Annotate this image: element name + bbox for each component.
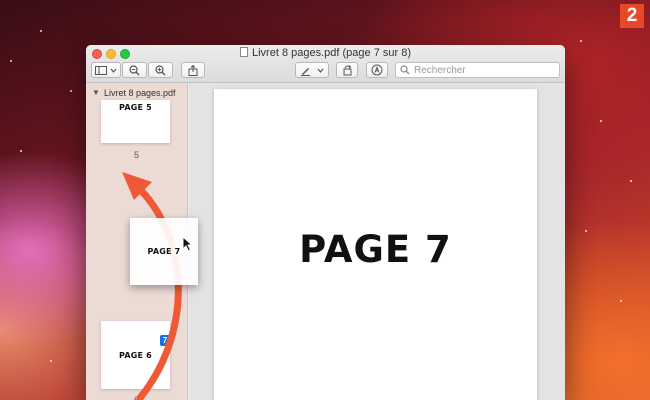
sidebar-document-name: Livret 8 pages.pdf — [104, 88, 176, 98]
background-star — [580, 40, 582, 42]
rotate-button[interactable] — [336, 62, 358, 78]
sidebar-toggle-button[interactable] — [91, 62, 121, 78]
page-thumbnail-6[interactable]: PAGE 6 — [101, 321, 170, 389]
zoom-out-icon — [129, 64, 140, 75]
background-star — [600, 120, 602, 122]
title-bar: Livret 8 pages.pdf (page 7 sur 8) Recher… — [86, 45, 565, 83]
disclosure-triangle-icon[interactable]: ▼ — [92, 86, 100, 100]
background-star — [630, 180, 632, 182]
zoom-out-button[interactable] — [122, 62, 147, 78]
window-title: Livret 8 pages.pdf (page 7 sur 8) — [252, 47, 411, 59]
step-number-badge: 2 — [620, 4, 644, 28]
background-star — [70, 90, 72, 92]
rotate-icon — [343, 64, 351, 75]
zoom-in-button[interactable] — [148, 62, 173, 78]
drag-count-badge: 7 — [160, 335, 170, 346]
page-number-5: 5 — [133, 150, 139, 160]
share-button[interactable] — [181, 62, 205, 78]
sidebar-document-header[interactable]: ▼ Livret 8 pages.pdf — [86, 86, 187, 100]
search-field[interactable]: Rechercher — [395, 62, 560, 78]
current-page: PAGE 7 — [214, 89, 537, 400]
markup-pen-icon — [301, 67, 310, 76]
page-thumbnail-5[interactable]: PAGE 5 — [101, 100, 170, 143]
background-star — [40, 30, 42, 32]
markup-button[interactable] — [295, 62, 329, 78]
search-placeholder: Rechercher — [414, 64, 466, 76]
document-icon — [240, 47, 248, 57]
page-heading: PAGE 7 — [299, 227, 452, 271]
thumbnail-label: PAGE 7 — [147, 247, 181, 256]
sidebar-icon — [95, 65, 107, 75]
window-title-container: Livret 8 pages.pdf (page 7 sur 8) — [86, 47, 565, 59]
mouse-cursor-icon — [182, 236, 194, 252]
thumbnail-label: PAGE 5 — [119, 103, 152, 112]
zoom-in-icon — [155, 64, 166, 75]
background-star — [20, 150, 22, 152]
document-view[interactable]: PAGE 7 — [189, 83, 565, 400]
background-star — [10, 60, 12, 62]
background-star — [620, 300, 622, 302]
page-number-6: 6 — [133, 395, 139, 400]
background-star — [585, 230, 587, 232]
share-icon — [188, 64, 198, 76]
annotate-icon — [371, 64, 383, 76]
thumbnail-label: PAGE 6 — [119, 350, 152, 360]
chevron-down-icon — [110, 68, 117, 73]
chevron-down-icon — [317, 68, 324, 73]
search-icon — [400, 65, 410, 75]
background-star — [50, 360, 52, 362]
annotate-button[interactable] — [366, 62, 388, 78]
